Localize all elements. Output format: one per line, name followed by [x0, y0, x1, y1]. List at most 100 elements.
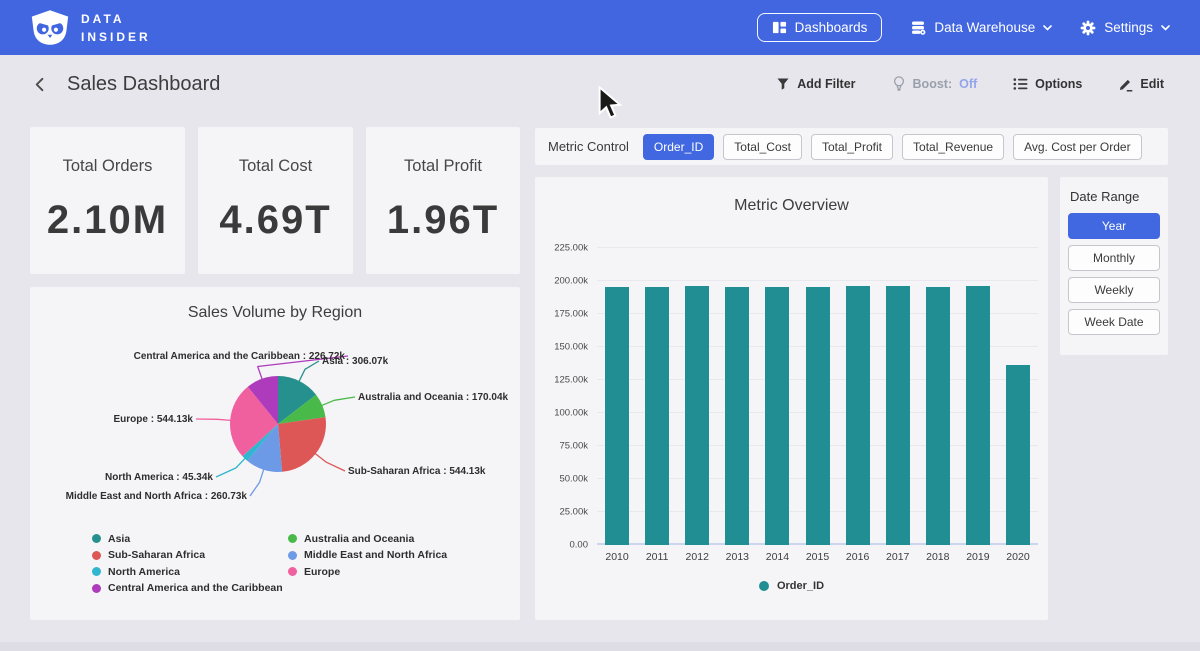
y-axis-tick: 125.00k [554, 375, 588, 386]
metric-option-total-revenue[interactable]: Total_Revenue [902, 134, 1004, 160]
bar-2020 [1006, 365, 1030, 545]
nav-dashboards-label: Dashboards [795, 20, 868, 35]
bar-chart-plot: 0.0025.00k50.00k75.00k100.00k125.00k150.… [597, 248, 1038, 545]
nav-data-warehouse-button[interactable]: Data Warehouse [910, 20, 1052, 36]
metric-control-label: Metric Control [548, 139, 629, 154]
kpi-card-total-profit: Total Profit 1.96T [366, 127, 520, 274]
legend-label: Central America and the Caribbean [108, 582, 283, 594]
kpi-value: 1.96T [387, 198, 499, 243]
y-axis-tick: 175.00k [554, 309, 588, 320]
owl-logo-icon [30, 9, 70, 46]
bar-2012 [685, 286, 709, 545]
legend-label: Australia and Oceania [304, 533, 414, 545]
x-axis-labels: 2010201120122013201420152016201720182019… [597, 551, 1038, 563]
pie-leader-line [321, 397, 355, 406]
kpi-value: 2.10M [47, 198, 168, 243]
x-axis-label-2014: 2014 [757, 551, 797, 563]
x-axis-label-2011: 2011 [637, 551, 677, 563]
y-axis-tick: 50.00k [559, 474, 588, 485]
bar-2015 [806, 287, 830, 545]
legend-dot [92, 551, 101, 560]
legend-dot [92, 534, 101, 543]
bar-2019 [966, 286, 990, 545]
pie-legend-item: Middle East and North Africa [288, 550, 447, 561]
edit-pencil-icon [1118, 77, 1133, 92]
pie-leader-line [250, 469, 264, 496]
y-axis-tick: 25.00k [559, 507, 588, 518]
metric-control-bar: Metric Control Order_ID Total_Cost Total… [535, 128, 1168, 165]
metric-option-avg-cost-per-order[interactable]: Avg. Cost per Order [1013, 134, 1142, 160]
date-range-option-week-date[interactable]: Week Date [1068, 309, 1160, 335]
pie-legend-item: Europe [288, 566, 447, 577]
legend-label: Order_ID [777, 580, 824, 592]
y-axis-tick: 225.00k [554, 243, 588, 254]
brand-text: DATA INSIDER [81, 10, 151, 46]
x-axis-label-2019: 2019 [958, 551, 998, 563]
edit-button[interactable]: Edit [1112, 76, 1170, 93]
pie-label-central-america-caribbean: Central America and the Caribbean : 226.… [134, 351, 345, 362]
options-button[interactable]: Options [1007, 76, 1088, 92]
bottom-strip [0, 642, 1200, 651]
date-range-option-weekly[interactable]: Weekly [1068, 277, 1160, 303]
bar-2016 [846, 286, 870, 545]
y-axis-tick: 100.00k [554, 408, 588, 419]
metric-option-total-cost[interactable]: Total_Cost [723, 134, 802, 160]
sales-volume-pie-card: Sales Volume by Region Asia : 306.07k Au… [30, 287, 520, 620]
pie-legend-item: Sub-Saharan Africa [92, 550, 288, 561]
pie-leader-line [315, 453, 345, 471]
x-axis-label-2020: 2020 [998, 551, 1038, 563]
legend-dot [759, 581, 769, 591]
pie-leader-line [216, 458, 246, 477]
pie-chart-legend: Asia Sub-Saharan Africa North America Centr… [92, 533, 447, 594]
nav-settings-label: Settings [1104, 20, 1153, 35]
add-filter-button[interactable]: Add Filter [770, 76, 861, 92]
x-axis-label-2013: 2013 [717, 551, 757, 563]
boost-balloon-icon [892, 76, 906, 92]
chart-title: Metric Overview [535, 197, 1048, 215]
filter-funnel-icon [776, 77, 790, 91]
legend-dot [288, 567, 297, 576]
bar-chart-legend: Order_ID [535, 580, 1048, 592]
pie-legend-item: North America [92, 566, 288, 577]
pie-label-middle-east-north-africa: Middle East and North Africa : 260.73k [66, 491, 247, 502]
bar-2011 [645, 287, 669, 545]
date-range-option-monthly[interactable]: Monthly [1068, 245, 1160, 271]
kpi-value: 4.69T [219, 198, 331, 243]
kpi-card-total-cost: Total Cost 4.69T [198, 127, 353, 274]
legend-label: Europe [304, 566, 340, 578]
legend-label: North America [108, 566, 180, 578]
legend-dot [288, 534, 297, 543]
bar-2013 [725, 287, 749, 545]
chevron-left-icon [32, 76, 49, 93]
x-axis-label-2018: 2018 [918, 551, 958, 563]
nav-settings-button[interactable]: Settings [1080, 20, 1170, 36]
y-axis-tick: 75.00k [559, 441, 588, 452]
pie-leader-line [196, 419, 231, 420]
pie-leader-line [299, 361, 319, 382]
boost-toggle[interactable]: Boost: Off [886, 75, 984, 93]
date-range-option-year[interactable]: Year [1068, 213, 1160, 239]
pie-chart [30, 332, 520, 532]
bar-2010 [605, 287, 629, 545]
nav-dashboards-button[interactable]: Dashboards [757, 13, 883, 42]
metric-option-total-profit[interactable]: Total_Profit [811, 134, 893, 160]
dashboard-grid-icon [772, 20, 787, 35]
legend-label: Sub-Saharan Africa [108, 549, 205, 561]
pie-slice-2 [278, 417, 326, 472]
gear-icon [1080, 20, 1096, 36]
nav-data-warehouse-label: Data Warehouse [934, 20, 1035, 35]
pie-legend-item: Central America and the Caribbean [92, 583, 288, 594]
date-range-label: Date Range [1070, 189, 1168, 204]
kpi-card-total-orders: Total Orders 2.10M [30, 127, 185, 274]
pie-chart-title: Sales Volume by Region [30, 304, 520, 322]
boost-status: Off [959, 77, 977, 91]
brand-logo[interactable]: DATA INSIDER [30, 9, 151, 46]
options-list-icon [1013, 77, 1028, 91]
pie-legend-item: Asia [92, 533, 288, 544]
legend-label: Asia [108, 533, 130, 545]
back-button[interactable] [30, 74, 51, 95]
y-axis-tick: 0.00 [570, 540, 589, 551]
legend-dot [92, 584, 101, 593]
chevron-down-icon [1161, 25, 1170, 31]
metric-option-order-id[interactable]: Order_ID [643, 134, 714, 160]
